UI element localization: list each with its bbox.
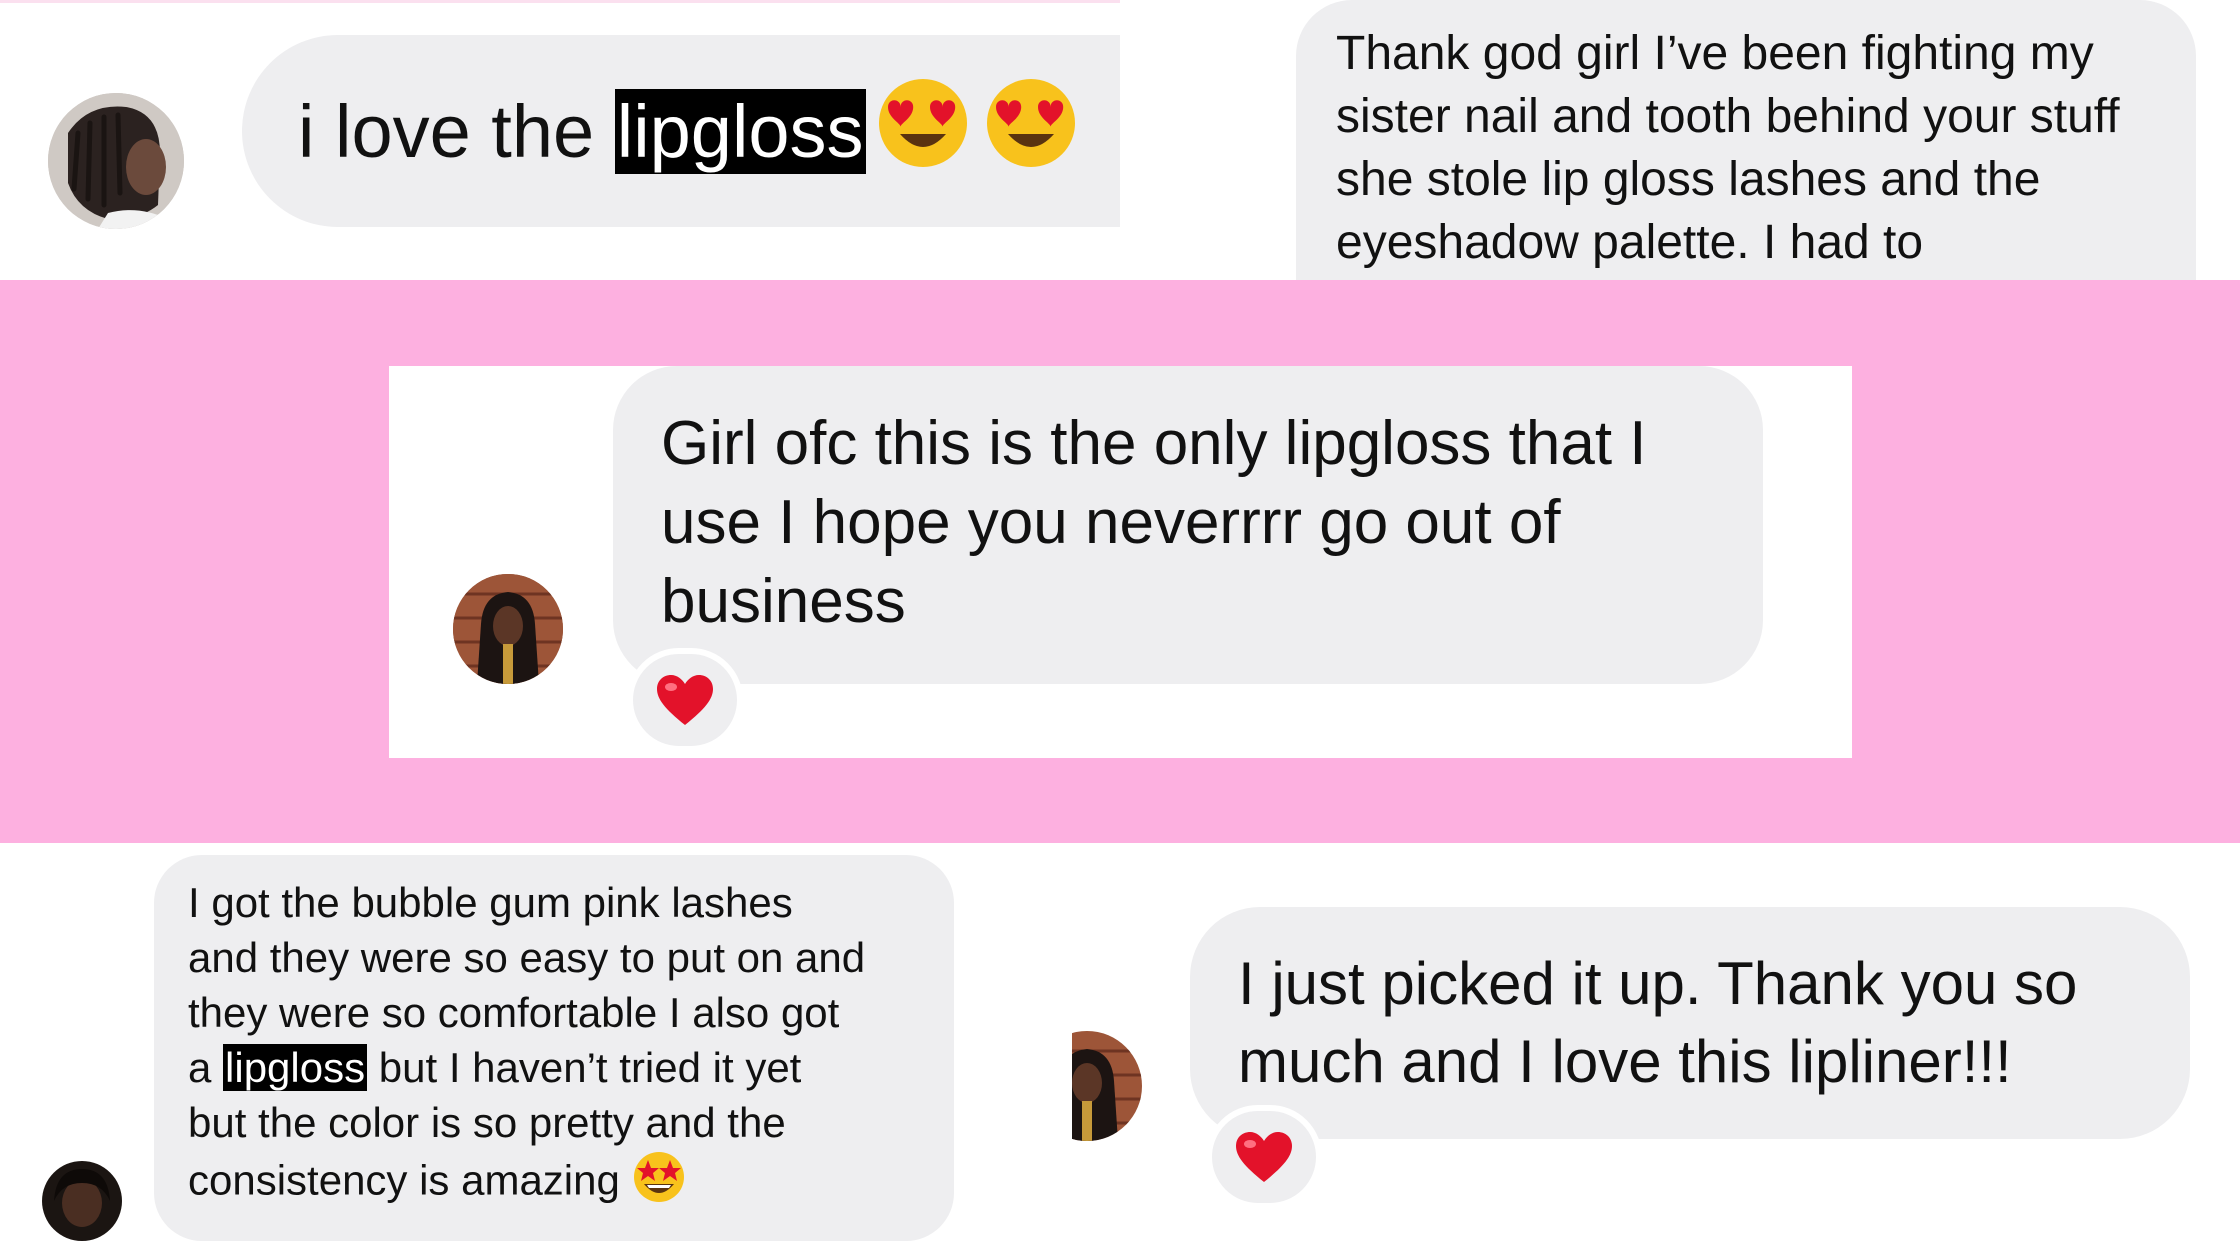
message-line: and they were so easy to put on and <box>188 934 866 981</box>
message-bubble-2[interactable]: Thank god girl I’ve been fighting my sis… <box>1296 0 2196 280</box>
message-text: Thank god girl I’ve been fighting my sis… <box>1336 27 2120 269</box>
screenshot-4: I got the bubble gum pink lashes and the… <box>0 843 1000 1260</box>
message-line: I got the bubble gum pink lashes <box>188 879 793 926</box>
message-text: Girl ofc this is the only lipgloss that … <box>661 409 1647 636</box>
message-text: but I haven’t tried it yet <box>367 1044 802 1091</box>
star-struck-emoji-icon <box>632 1150 686 1217</box>
message-bubble-3[interactable]: Girl ofc this is the only lipgloss that … <box>613 366 1763 684</box>
avatar-photo <box>48 93 184 229</box>
screenshot-3: Girl ofc this is the only lipgloss that … <box>389 366 1852 758</box>
message-line: consistency is amazing <box>188 1150 934 1217</box>
message-bubble-4[interactable]: I got the bubble gum pink lashes and the… <box>154 855 954 1241</box>
avatar-photo <box>42 1161 122 1241</box>
message-line: but the color is so pretty and the <box>188 1099 786 1146</box>
reaction-badge[interactable] <box>627 648 743 752</box>
message-text: a <box>188 1044 224 1091</box>
message-bubble-5[interactable]: I just picked it up. Thank you so much a… <box>1190 907 2190 1139</box>
highlighted-word: lipgloss <box>223 1044 368 1091</box>
avatar[interactable] <box>1072 1031 1142 1141</box>
red-heart-icon <box>1236 1132 1292 1182</box>
screenshot-5: I just picked it up. Thank you so much a… <box>1072 843 2240 1260</box>
heart-eyes-emoji-icon <box>984 76 1078 187</box>
avatar[interactable] <box>42 1161 122 1241</box>
avatar[interactable] <box>48 93 184 229</box>
avatar-photo <box>453 574 563 684</box>
heart-eyes-emoji-icon <box>876 76 970 187</box>
highlighted-word: lipgloss <box>614 88 866 174</box>
message-text: consistency is amazing <box>188 1156 632 1204</box>
screenshot-2: Thank god girl I’ve been fighting my sis… <box>1120 0 2240 280</box>
message-line: they were so comfortable I also got <box>188 989 840 1036</box>
message-text: i love the <box>298 89 615 173</box>
avatar[interactable] <box>453 574 563 684</box>
message-bubble-1[interactable]: i love the lipgloss <box>242 35 1120 227</box>
red-heart-icon <box>657 675 713 725</box>
screenshot-1: i love the lipgloss <box>0 3 1120 280</box>
message-text: I just picked it up. Thank you so much a… <box>1238 950 2078 1095</box>
message-line: a lipgloss but I haven’t tried it yet <box>188 1040 934 1095</box>
reaction-badge[interactable] <box>1206 1105 1322 1209</box>
avatar-photo <box>1072 1031 1142 1141</box>
